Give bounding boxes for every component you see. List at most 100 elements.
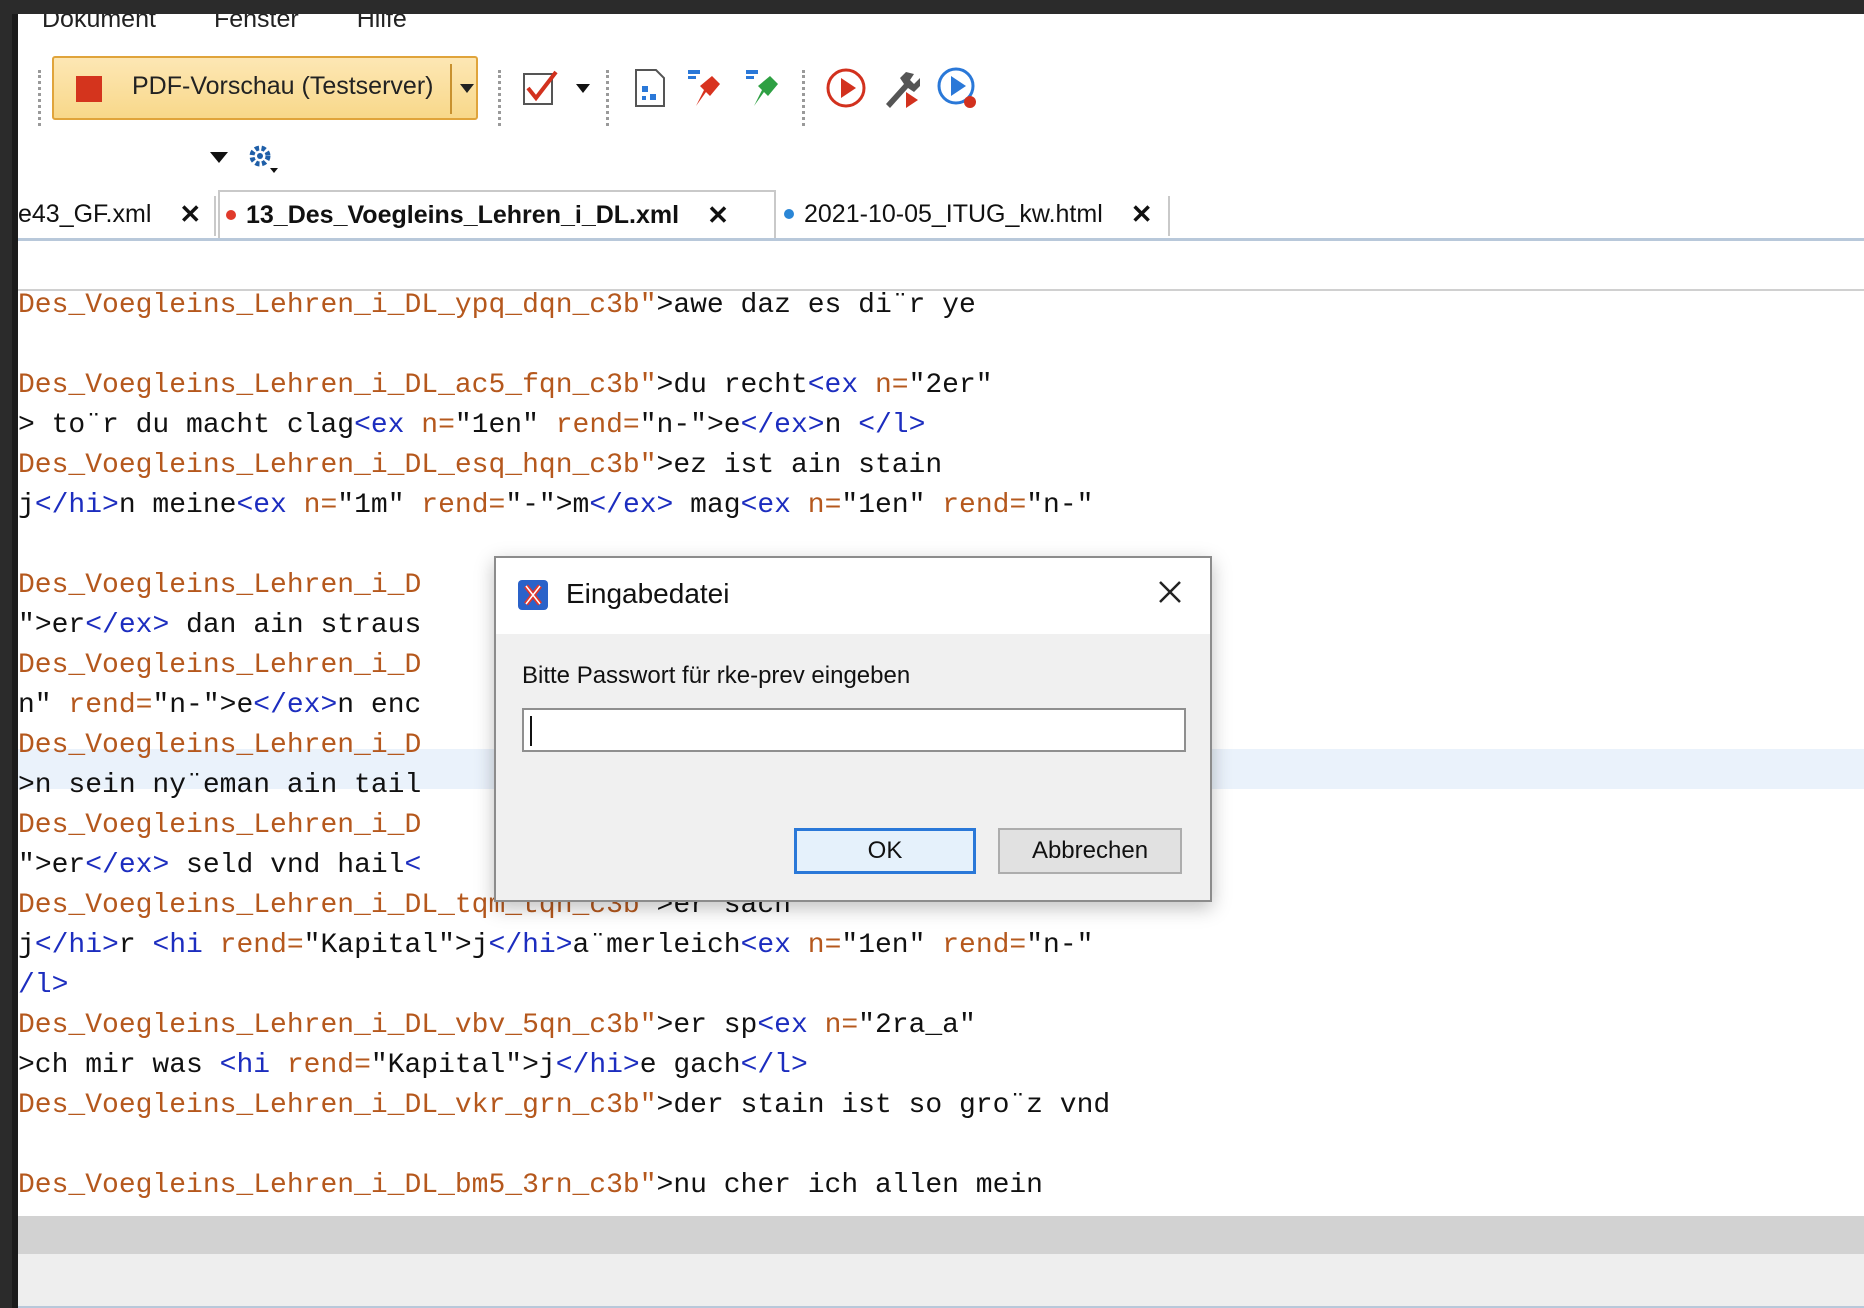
code-token-text: r — [118, 930, 153, 961]
code-token-val: "n-" — [1026, 490, 1094, 521]
close-icon[interactable] — [1152, 574, 1188, 610]
code-line[interactable]: Des_Voegleins_Lehren_i_D — [18, 806, 421, 846]
code-token-val: " — [18, 850, 35, 881]
code-token-attr: n= — [303, 490, 338, 521]
password-prompt: Bitte Passwort für rke-prev eingeben — [522, 662, 911, 689]
menu-dokument[interactable]: Dokument — [18, 14, 156, 36]
code-token-text: dan ain straus — [169, 610, 422, 641]
code-token-tag: <hi — [219, 1050, 287, 1081]
editor-tab-bar: e43_GF.xml ✕ 13_Des_Voegleins_Lehren_i_D… — [18, 190, 1864, 241]
code-token-val: "n-" — [152, 690, 220, 721]
toolbar-separator — [606, 70, 609, 126]
document-outline-icon[interactable] — [628, 66, 672, 110]
code-token-text: >er — [34, 850, 86, 881]
gear-icon[interactable] — [246, 142, 280, 176]
code-line[interactable]: Des_Voegleins_Lehren_i_D — [18, 566, 421, 606]
code-token-attr: rend= — [942, 930, 1027, 961]
code-line[interactable]: Des_Voegleins_Lehren_i_DL_ypq_dqn_c3b">a… — [18, 292, 976, 326]
modified-dot-icon — [226, 210, 236, 220]
code-line[interactable]: Des_Voegleins_Lehren_i_DL_ac5_fqn_c3b">d… — [18, 366, 993, 406]
tab-itug-kw-html[interactable]: 2021-10-05_ITUG_kw.html ✕ — [784, 190, 1164, 238]
secondary-combo[interactable] — [18, 138, 230, 176]
text-caret — [530, 716, 532, 746]
code-token-attr: Des_Voegleins_Lehren_i_DL_bm5_3rn_c3b" — [18, 1170, 657, 1201]
code-token-attr: Des_Voegleins_Lehren_i_DL_esq_hqn_c3b" — [18, 450, 657, 481]
stop-icon — [76, 76, 102, 102]
chevron-down-icon[interactable] — [210, 152, 228, 163]
code-token-attr: Des_Voegleins_Lehren_i_D — [18, 730, 422, 761]
pin-green-icon[interactable] — [740, 66, 784, 110]
code-line[interactable]: Des_Voegleins_Lehren_i_DL_vkr_grn_c3b">d… — [18, 1086, 1110, 1126]
configure-transformation-icon[interactable] — [880, 66, 924, 110]
code-line[interactable]: Des_Voegleins_Lehren_i_DL_esq_hqn_c3b">e… — [18, 446, 942, 486]
code-token-text: >er sp — [656, 1010, 758, 1041]
ok-button[interactable]: OK — [794, 828, 976, 874]
pin-red-icon[interactable] — [682, 66, 726, 110]
code-token-tag: </ex> — [589, 490, 674, 521]
code-token-tag: </ex> — [85, 610, 170, 641]
code-token-text: >nu cher ich allen mein — [656, 1170, 1043, 1201]
code-token-tag: /l> — [18, 970, 69, 1001]
close-icon[interactable]: ✕ — [707, 200, 729, 231]
oxygen-app-icon — [518, 580, 548, 610]
code-token-attr: Des_Voegleins_Lehren_i_DL_ac5_fqn_c3b" — [18, 370, 657, 401]
code-token-tag: <ex — [807, 370, 875, 401]
code-token-attr: rend= — [219, 930, 304, 961]
code-token-tag: </ex> — [85, 850, 170, 881]
code-token-tag: <hi — [152, 930, 220, 961]
dialog-titlebar: Eingabedatei — [496, 558, 1210, 634]
tab-e43-gf[interactable]: e43_GF.xml ✕ — [18, 190, 208, 238]
close-icon[interactable]: ✕ — [1131, 199, 1153, 230]
code-token-text: >j — [522, 1050, 556, 1081]
code-token-val: " — [18, 610, 35, 641]
modified-dot-icon — [784, 209, 794, 219]
code-token-attr: Des_Voegleins_Lehren_i_DL_vkr_grn_c3b" — [18, 1090, 657, 1121]
code-token-text: >ez ist ain stain — [656, 450, 943, 481]
tab-label: 2021-10-05_ITUG_kw.html — [804, 199, 1103, 228]
code-line[interactable]: j</hi>r <hi rend="Kapital">j</hi>a¨merle… — [18, 926, 1093, 966]
code-line[interactable]: > to¨r du macht clag<ex n="1en" rend="n-… — [18, 406, 925, 446]
code-line[interactable]: Des_Voegleins_Lehren_i_D — [18, 726, 421, 766]
code-line[interactable]: j</hi>n meine<ex n="1m" rend="-">m</ex> … — [18, 486, 1093, 526]
menu-hilfe[interactable]: Hilfe — [333, 14, 407, 36]
code-token-val: "n-" — [1026, 930, 1094, 961]
code-line[interactable]: ">er</ex> seld vnd hail< — [18, 846, 421, 886]
code-token-tag: </ex> — [740, 410, 825, 441]
transformation-scenario-combo[interactable]: PDF-Vorschau (Testserver) — [52, 56, 478, 120]
code-token-tag: </l> — [858, 410, 926, 441]
close-icon[interactable]: ✕ — [179, 199, 201, 230]
toolbar-separator — [802, 70, 805, 126]
code-token-attr: rend= — [286, 1050, 371, 1081]
code-token-tag: <ex — [354, 410, 422, 441]
code-token-tag: </hi> — [555, 1050, 640, 1081]
run-transformation-icon[interactable] — [824, 66, 868, 110]
menu-fenster[interactable]: Fenster — [190, 14, 299, 36]
code-line[interactable]: /l> — [18, 966, 68, 1006]
code-token-attr: rend= — [555, 410, 640, 441]
validate-dropdown-arrow-icon[interactable] — [576, 84, 590, 93]
code-token-attr: rend= — [942, 490, 1027, 521]
code-token-attr: Des_Voegleins_Lehren_i_D — [18, 570, 422, 601]
code-line[interactable]: Des_Voegleins_Lehren_i_DL_bm5_3rn_c3b">n… — [18, 1166, 1043, 1206]
code-line[interactable]: Des_Voegleins_Lehren_i_D — [18, 646, 421, 686]
chevron-down-icon[interactable] — [460, 84, 474, 93]
status-bar — [18, 1254, 1864, 1308]
code-token-attr: rend= — [68, 690, 153, 721]
code-line[interactable]: >ch mir was <hi rend="Kapital">j</hi>e g… — [18, 1046, 808, 1086]
combo-divider — [450, 64, 452, 114]
code-token-val: "1en" — [454, 410, 556, 441]
code-token-val: "2er" — [908, 370, 993, 401]
tab-des-voegleins-lehren[interactable]: 13_Des_Voegleins_Lehren_i_DL.xml ✕ — [218, 190, 776, 238]
code-token-attr: n= — [807, 490, 842, 521]
validate-icon[interactable] — [520, 66, 564, 110]
code-token-tag: </l> — [740, 1050, 808, 1081]
code-line[interactable]: >n sein ny¨eman ain tail — [18, 766, 421, 806]
code-token-val: "n-" — [639, 410, 707, 441]
horizontal-scrollbar[interactable] — [18, 1216, 1864, 1254]
password-input[interactable] — [522, 708, 1186, 752]
debug-scenario-icon[interactable] — [936, 66, 980, 110]
code-line[interactable]: n" rend="n-">e</ex>n enc — [18, 686, 421, 726]
code-line[interactable]: ">er</ex> dan ain straus — [18, 606, 421, 646]
code-line[interactable]: Des_Voegleins_Lehren_i_DL_vbv_5qn_c3b">e… — [18, 1006, 976, 1046]
cancel-button[interactable]: Abbrechen — [998, 828, 1182, 874]
